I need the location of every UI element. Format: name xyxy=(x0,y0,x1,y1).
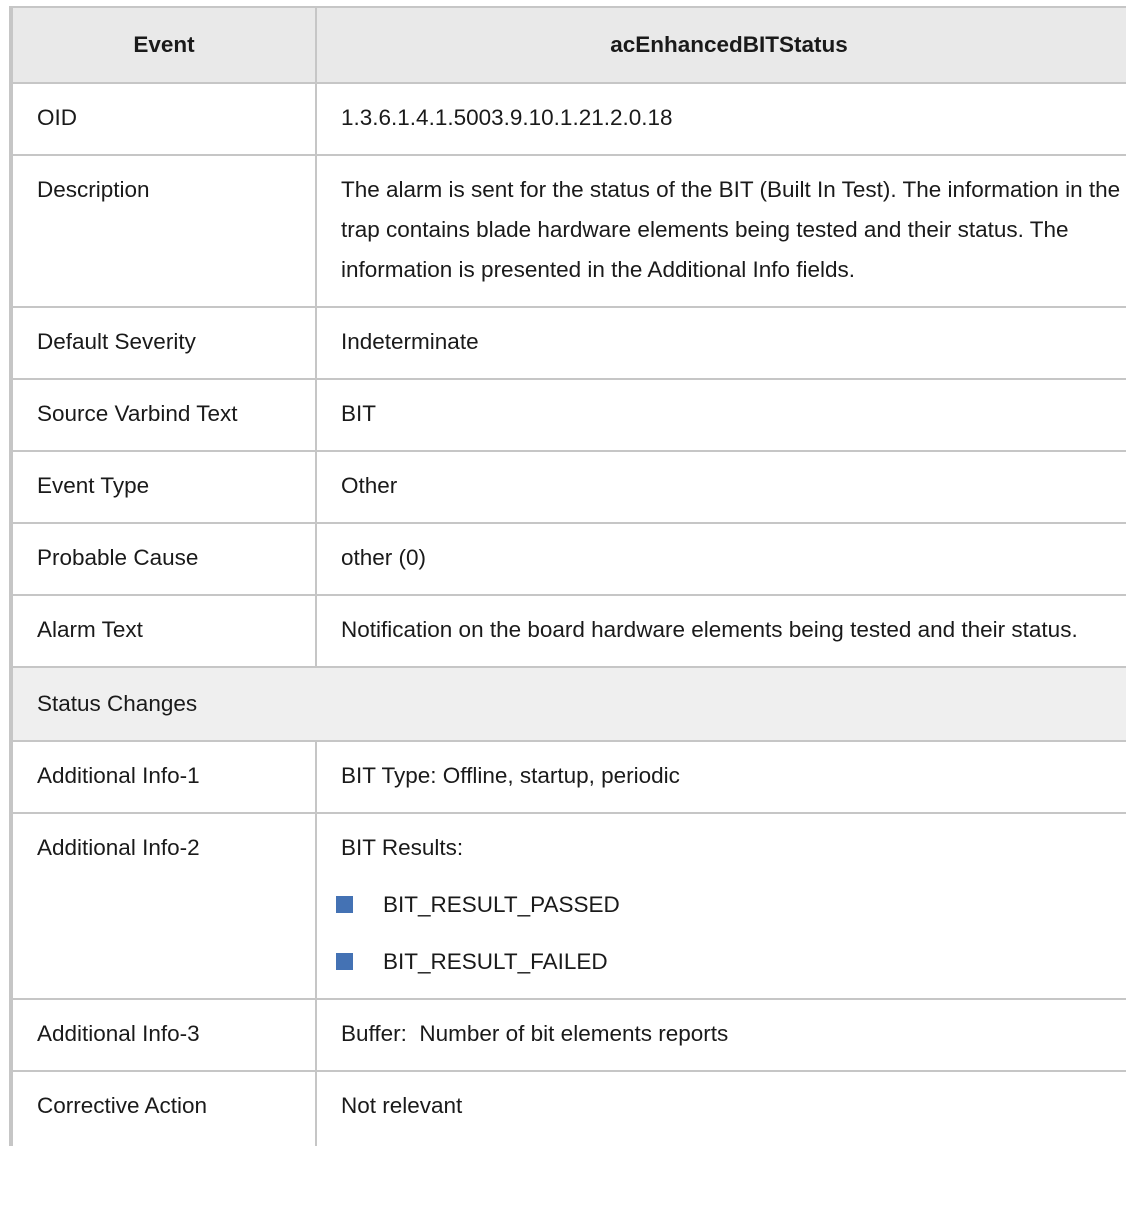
bit-results-intro: BIT Results: xyxy=(341,835,464,860)
row-value: Notification on the board hardware eleme… xyxy=(315,594,1126,668)
table-row-probable-cause: Probable Cause other (0) xyxy=(9,522,1126,596)
row-label: Probable Cause xyxy=(9,522,317,596)
row-value: Other xyxy=(315,450,1126,524)
row-label: Source Varbind Text xyxy=(9,378,317,452)
table-row-alarm-text: Alarm Text Notification on the board har… xyxy=(9,594,1126,668)
row-value: other (0) xyxy=(315,522,1126,596)
row-label: Alarm Text xyxy=(9,594,317,668)
table-row-default-severity: Default Severity Indeterminate xyxy=(9,306,1126,380)
row-value: The alarm is sent for the status of the … xyxy=(315,154,1126,308)
row-label: Additional Info-1 xyxy=(9,740,317,814)
table-row-oid: OID 1.3.6.1.4.1.5003.9.10.1.21.2.0.18 xyxy=(9,82,1126,156)
row-value: Not relevant xyxy=(315,1070,1126,1146)
table-header-row: Event acEnhancedBITStatus xyxy=(9,6,1126,84)
header-event-name: acEnhancedBITStatus xyxy=(315,6,1126,84)
list-item: BIT_RESULT_PASSED xyxy=(336,885,1121,925)
row-label: Additional Info-2 xyxy=(9,812,317,1000)
list-item-text: BIT_RESULT_FAILED xyxy=(383,949,608,974)
list-item-text: BIT_RESULT_PASSED xyxy=(383,892,620,917)
row-value: BIT Type: Offline, startup, periodic xyxy=(315,740,1126,814)
table-row-additional-info-1: Additional Info-1 BIT Type: Offline, sta… xyxy=(9,740,1126,814)
row-label: Corrective Action xyxy=(9,1070,317,1146)
header-event: Event xyxy=(9,6,317,84)
row-label: Additional Info-3 xyxy=(9,998,317,1072)
event-table: Event acEnhancedBITStatus OID 1.3.6.1.4.… xyxy=(9,6,1126,1146)
list-item: BIT_RESULT_FAILED xyxy=(336,942,1121,982)
table-row-additional-info-3: Additional Info-3 Buffer: Number of bit … xyxy=(9,998,1126,1072)
table-row-additional-info-2: Additional Info-2 BIT Results: BIT_RESUL… xyxy=(9,812,1126,1000)
bit-results-list: BIT_RESULT_PASSED BIT_RESULT_FAILED xyxy=(336,885,1121,982)
table-row-event-type: Event Type Other xyxy=(9,450,1126,524)
row-value: BIT xyxy=(315,378,1126,452)
row-value: Indeterminate xyxy=(315,306,1126,380)
row-value: Buffer: Number of bit elements reports xyxy=(315,998,1126,1072)
row-value-container: BIT Results: BIT_RESULT_PASSED BIT_RESUL… xyxy=(315,812,1126,1000)
table-row-corrective-action: Corrective Action Not relevant xyxy=(9,1070,1126,1146)
row-label: Event Type xyxy=(9,450,317,524)
table-row-source-varbind-text: Source Varbind Text BIT xyxy=(9,378,1126,452)
row-label: Default Severity xyxy=(9,306,317,380)
row-label: Description xyxy=(9,154,317,308)
table-section-status-changes: Status Changes xyxy=(9,666,1126,742)
square-bullet-icon xyxy=(336,953,353,970)
row-value: 1.3.6.1.4.1.5003.9.10.1.21.2.0.18 xyxy=(315,82,1126,156)
table-row-description: Description The alarm is sent for the st… xyxy=(9,154,1126,308)
row-label: OID xyxy=(9,82,317,156)
square-bullet-icon xyxy=(336,896,353,913)
section-title: Status Changes xyxy=(9,666,1126,742)
